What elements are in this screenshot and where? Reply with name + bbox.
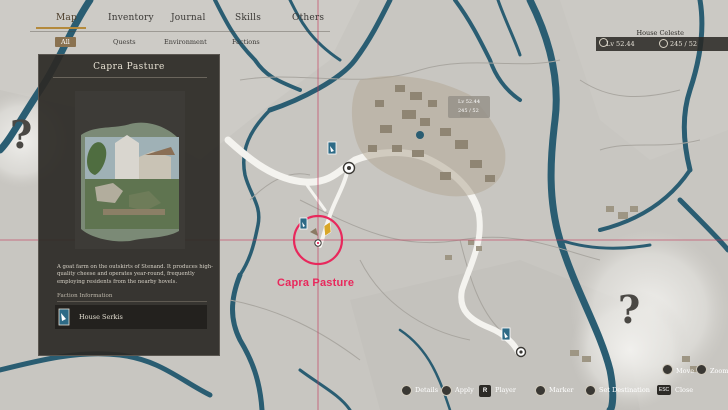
button-icon xyxy=(441,385,452,396)
location-info-panel: Capra Pasture A goat farm on the outskir… xyxy=(38,54,220,356)
title-divider xyxy=(53,77,207,78)
button-icon xyxy=(585,385,596,396)
region-reputation: 245 / 52 xyxy=(458,108,479,114)
faction-flag-icon xyxy=(299,217,308,230)
set-destination-hint[interactable]: Set Destination xyxy=(599,386,650,394)
region-info-tag: Lv 52.44 245 / 52 xyxy=(448,96,490,118)
house-name: House Celeste xyxy=(636,29,684,37)
panel-title: Capra Pasture xyxy=(93,62,165,72)
tab-journal[interactable]: Journal xyxy=(171,13,206,23)
button-icon xyxy=(401,385,412,396)
close-hint[interactable]: Close xyxy=(675,386,693,394)
tab-map[interactable]: Map xyxy=(56,13,77,23)
faction-name: House Serkis xyxy=(79,313,123,321)
right-stick-icon xyxy=(696,364,707,375)
unknown-region-icon: ? xyxy=(618,287,640,332)
level-value: Lv 52.44 xyxy=(606,40,635,48)
reputation-icon xyxy=(659,39,668,48)
tab-others[interactable]: Others xyxy=(292,13,324,23)
subtab-factions[interactable]: Factions xyxy=(232,38,260,46)
unknown-region-icon: ? xyxy=(10,112,32,157)
region-level: Lv 52.44 xyxy=(458,99,481,105)
zoom-label: Zoom xyxy=(710,367,728,375)
marker-hint[interactable]: Marker xyxy=(549,386,574,394)
map-marker-label: Capra Pasture xyxy=(277,277,355,289)
nav-divider xyxy=(30,31,330,32)
tab-skills[interactable]: Skills xyxy=(235,13,261,23)
top-navigation: Map Inventory Journal Skills Others All … xyxy=(0,0,340,52)
faction-header: Faction Information xyxy=(57,293,113,299)
details-hint[interactable]: Details xyxy=(415,386,438,394)
esc-key-icon: ESC xyxy=(657,385,671,395)
r-key-icon: R xyxy=(479,385,491,397)
control-hints: Details Apply R Player Marker Set Destin… xyxy=(395,382,725,402)
faction-divider xyxy=(57,301,207,302)
left-stick-icon xyxy=(662,364,673,375)
location-description: A goat farm on the outskirts of Stenand.… xyxy=(57,264,213,285)
player-status: House Celeste Lv 52.44 245 / 52 xyxy=(596,24,728,52)
location-image xyxy=(75,91,185,249)
move-label: Move xyxy=(676,367,695,375)
reputation-value: 245 / 52 xyxy=(670,40,697,48)
active-tab-indicator xyxy=(36,27,86,29)
subtab-environment[interactable]: Environment xyxy=(164,38,207,46)
button-icon xyxy=(535,385,546,396)
subtab-all[interactable]: All xyxy=(55,37,76,47)
house-serkis-banner-icon xyxy=(58,308,70,326)
tab-inventory[interactable]: Inventory xyxy=(108,13,154,23)
player-hint[interactable]: Player xyxy=(495,386,516,394)
apply-hint[interactable]: Apply xyxy=(455,386,474,394)
faction-row[interactable]: House Serkis xyxy=(55,305,207,329)
subtab-quests[interactable]: Quests xyxy=(113,38,136,46)
